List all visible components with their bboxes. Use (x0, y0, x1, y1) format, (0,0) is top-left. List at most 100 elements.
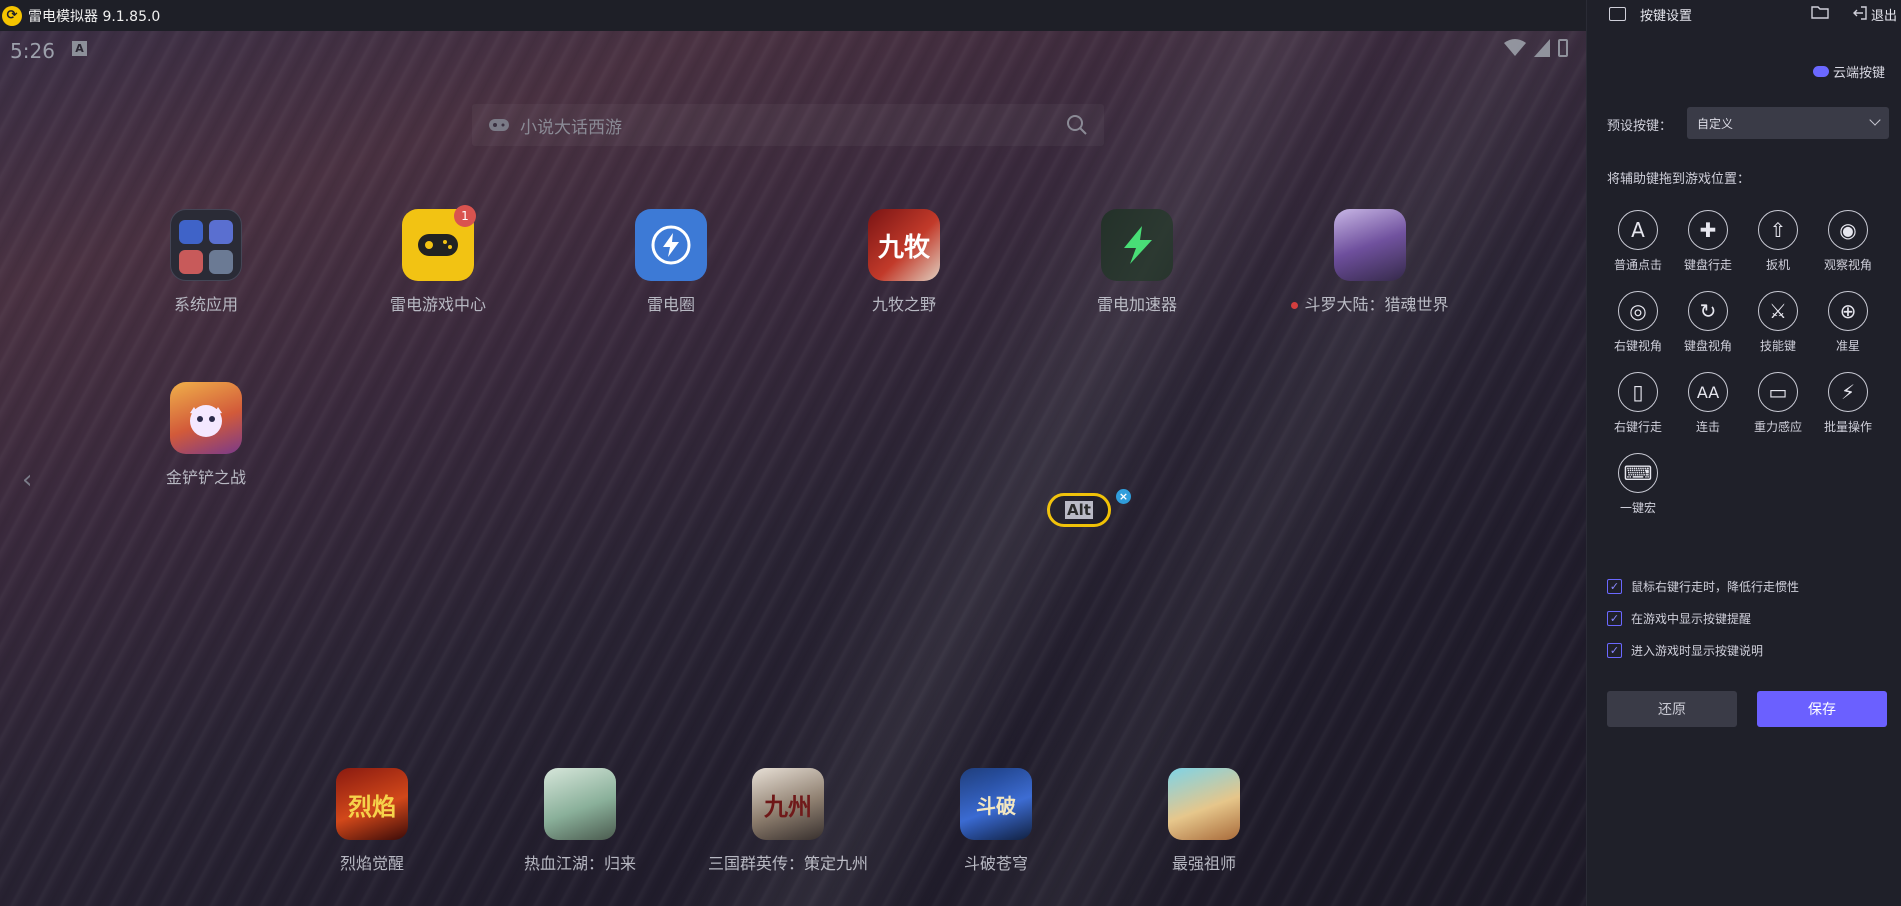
app-label: 三国群英传：策定九州 (707, 854, 868, 873)
tool-trigger[interactable]: ⇧ 扳机 (1743, 210, 1813, 273)
app-logo-icon: ⟳ (2, 5, 22, 26)
dock-app-doupo[interactable]: 斗破 斗破苍穹 (896, 768, 1096, 874)
checkbox-checked-icon[interactable]: ✓ (1607, 579, 1622, 594)
restore-button[interactable]: 还原 (1607, 691, 1737, 727)
status-icons (1504, 39, 1568, 57)
tool-label: 连击 (1695, 420, 1720, 434)
save-button[interactable]: 保存 (1757, 691, 1887, 727)
app-jinchanchan[interactable]: 金铲铲之战 (106, 382, 306, 488)
tool-skill[interactable]: ⚔ 技能键 (1743, 291, 1813, 354)
tool-label: 键盘视角 (1683, 339, 1732, 353)
battery-icon (1558, 39, 1568, 57)
mouse-walk-icon: ▯ (1618, 372, 1658, 412)
chevron-down-icon (1869, 114, 1881, 126)
tool-label: 准星 (1835, 339, 1860, 353)
folder-icon[interactable] (1811, 6, 1829, 19)
notification-badge: 1 (454, 205, 476, 227)
tool-label: 技能键 (1759, 339, 1796, 353)
option-reduce-inertia[interactable]: ✓ 鼠标右键行走时，降低行走惯性 (1607, 578, 1799, 595)
exit-icon[interactable] (1852, 5, 1868, 21)
keyboard-view-icon: ↻ (1688, 291, 1728, 331)
gravity-icon: ▭ (1758, 372, 1798, 412)
dock-app-sanguo[interactable]: 九州 三国群英传：策定九州 (688, 768, 888, 874)
app-label: 斗罗大陆：猎魂世界 (1291, 291, 1449, 315)
macro-icon: ⌨ (1618, 453, 1658, 493)
panel-title: 按键设置 (1640, 8, 1693, 24)
preset-label: 预设按键： (1607, 119, 1673, 134)
jiumu-game-icon: 九牧 (868, 209, 940, 281)
combo-icon: AA (1688, 372, 1728, 412)
alt-key-mapping[interactable]: Alt (1047, 493, 1111, 527)
emulator-screen[interactable]: 5:26 A 小说大话西游 系统应用 1 雷电游戏中心 雷电圈 九牧 九牧之野 … (0, 31, 1586, 906)
option-show-key-hints[interactable]: ✓ 在游戏中显示按键提醒 (1607, 610, 1751, 627)
dock-app-zuqiang[interactable]: 最强祖师 (1104, 768, 1304, 874)
tool-keyboard-view[interactable]: ↻ 键盘视角 (1673, 291, 1743, 354)
batch-icon: ⚡ (1828, 372, 1868, 412)
app-leidian-circle[interactable]: 雷电圈 (571, 209, 771, 315)
dpad-icon: ✚ (1688, 210, 1728, 250)
tool-batch[interactable]: ⚡ 批量操作 (1813, 372, 1883, 435)
doupo-game-icon: 斗破 (960, 768, 1032, 840)
app-label: 雷电游戏中心 (389, 295, 486, 314)
dock-app-lieyan[interactable]: 烈焰 烈焰觉醒 (272, 768, 472, 874)
app-label: 最强祖师 (1171, 854, 1236, 873)
close-icon[interactable]: × (1116, 489, 1131, 504)
tool-palette: A 普通点击 ✚ 键盘行走 ⇧ 扳机 ◉ 观察视角 ◎ 右键视角 ↻ 键盘视角 ⚔ 技能键 ⊕… (1603, 210, 1891, 516)
skill-icon: ⚔ (1758, 291, 1798, 331)
zuqiang-game-icon (1168, 768, 1240, 840)
search-input[interactable]: 小说大话西游 (520, 113, 1066, 138)
tool-macro[interactable]: ⌨ 一键宏 (1603, 453, 1673, 516)
app-label: 雷电圈 (646, 295, 695, 314)
search-icon[interactable] (1066, 114, 1088, 136)
status-time: 5:26 (10, 39, 55, 63)
gamepad-icon (489, 119, 509, 131)
app-game-center[interactable]: 1 雷电游戏中心 (338, 205, 538, 315)
rexue-game-icon (544, 768, 616, 840)
checkbox-checked-icon[interactable]: ✓ (1607, 643, 1622, 658)
tool-label: 观察视角 (1823, 258, 1872, 272)
trigger-icon: ⇧ (1758, 210, 1798, 250)
tool-tap[interactable]: A 普通点击 (1603, 210, 1673, 273)
tool-combo[interactable]: AA 连击 (1673, 372, 1743, 435)
accelerator-icon (1101, 209, 1173, 281)
app-label: 九牧之野 (871, 295, 936, 314)
tool-label: 批量操作 (1823, 420, 1872, 434)
dock-app-rexue[interactable]: 热血江湖：归来 (480, 768, 680, 874)
app-label: 热血江湖：归来 (523, 854, 636, 873)
app-label: 系统应用 (173, 295, 238, 314)
option-label: 在游戏中显示按键提醒 (1631, 612, 1752, 626)
app-accelerator[interactable]: 雷电加速器 (1037, 209, 1237, 315)
exit-button[interactable]: 退出 (1871, 5, 1897, 24)
preset-select[interactable]: 自定义 (1687, 107, 1889, 139)
tool-observe[interactable]: ◉ 观察视角 (1813, 210, 1883, 273)
chevron-left-icon[interactable]: ‹ (22, 465, 32, 495)
new-dot (1291, 302, 1299, 309)
tool-right-click-view[interactable]: ◎ 右键视角 (1603, 291, 1673, 354)
cloud-keys-label: 云端按键 (1832, 66, 1885, 81)
option-show-key-guide[interactable]: ✓ 进入游戏时显示按键说明 (1607, 642, 1763, 659)
cloud-icon (1812, 66, 1829, 77)
crosshair-icon: ⊕ (1828, 291, 1868, 331)
app-system[interactable]: 系统应用 (106, 209, 306, 315)
search-bar[interactable]: 小说大话西游 (472, 104, 1104, 146)
app-jiumu[interactable]: 九牧 九牧之野 (804, 209, 1004, 315)
tool-mouse-walk[interactable]: ▯ 右键行走 (1603, 372, 1673, 435)
system-folder-icon (170, 209, 242, 281)
tool-label: 右键视角 (1613, 339, 1662, 353)
right-click-view-icon: ◎ (1618, 291, 1658, 331)
eye-icon: ◉ (1828, 210, 1868, 250)
tool-label: 键盘行走 (1683, 258, 1732, 272)
douluo-game-icon (1334, 209, 1406, 281)
signal-icon (1534, 39, 1550, 57)
keyboard-icon (1609, 7, 1626, 21)
tool-crosshair[interactable]: ⊕ 准星 (1813, 291, 1883, 354)
checkbox-checked-icon[interactable]: ✓ (1607, 611, 1622, 626)
tool-label: 扳机 (1765, 258, 1790, 272)
tool-gravity[interactable]: ▭ 重力感应 (1743, 372, 1813, 435)
tool-dpad[interactable]: ✚ 键盘行走 (1673, 210, 1743, 273)
cloud-keys-button[interactable]: 云端按键 (1812, 62, 1885, 81)
app-douluo[interactable]: 斗罗大陆：猎魂世界 (1270, 209, 1470, 315)
option-label: 鼠标右键行走时，降低行走惯性 (1631, 580, 1800, 594)
option-label: 进入游戏时显示按键说明 (1631, 644, 1764, 658)
window-titlebar: ⟳ 雷电模拟器 9.1.85.0 (0, 0, 1586, 31)
